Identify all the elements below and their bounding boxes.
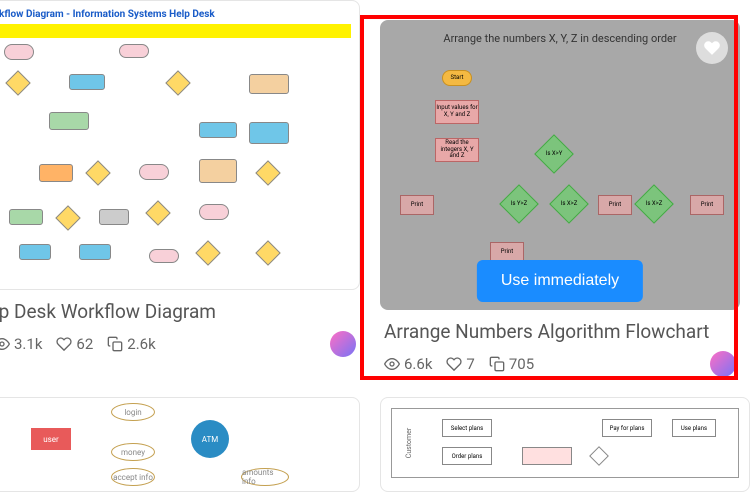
fc-start: Start — [442, 70, 472, 86]
likes-stat: 62 — [56, 335, 93, 353]
template-card[interactable]: kflow Diagram - Information Systems Help… — [0, 0, 360, 387]
fc-print: Print — [400, 195, 434, 215]
card-stats: 3.1k 62 2.6k — [0, 331, 356, 357]
copies-stat: 2.6k — [107, 335, 155, 353]
author-avatar[interactable] — [330, 331, 356, 357]
heart-icon — [56, 336, 72, 352]
fc-decision: Is X>Z — [549, 184, 589, 224]
erd-relation: login — [111, 403, 155, 421]
flowchart-title: Arrange the numbers X, Y, Z in descendin… — [392, 32, 728, 45]
swim-step — [522, 447, 572, 465]
thumb-banner — [0, 24, 351, 38]
swim-step: Pay for plans — [602, 419, 652, 437]
favorite-button[interactable] — [696, 32, 728, 64]
heart-icon — [446, 356, 462, 372]
copy-icon — [107, 336, 123, 352]
erd-entity: ATM — [191, 420, 229, 458]
card-title: Arrange Numbers Algorithm Flowchart — [384, 320, 736, 343]
eye-icon — [0, 336, 10, 352]
fc-read: Read the integers X, Y and Z — [435, 138, 479, 162]
card-title: lp Desk Workflow Diagram — [0, 300, 356, 323]
fc-print: Print — [690, 195, 724, 215]
thumb-title: kflow Diagram - Information Systems Help… — [0, 9, 351, 20]
card-stats: 6.6k 7 705 — [384, 351, 736, 377]
erd-relation: amounts info — [241, 468, 289, 486]
thumbnail-arrange[interactable]: Arrange the numbers X, Y, Z in descendin… — [380, 20, 740, 310]
views-stat: 3.1k — [0, 335, 42, 353]
thumbnail-helpdesk[interactable]: kflow Diagram - Information Systems Help… — [0, 0, 360, 290]
copies-stat: 705 — [489, 355, 534, 373]
views-stat: 6.6k — [384, 355, 432, 373]
likes-stat: 7 — [446, 355, 474, 373]
heart-icon — [703, 39, 721, 57]
fc-input: Input values for X, Y and Z — [435, 100, 479, 124]
swim-step: Select plans — [442, 419, 492, 437]
lane-label: Customer — [405, 428, 413, 458]
fc-print: Print — [490, 242, 524, 262]
template-card-highlighted[interactable]: Arrange the numbers X, Y, Z in descendin… — [380, 20, 740, 387]
use-immediately-button[interactable]: Use immediately — [477, 260, 643, 302]
fc-decision: Is Y>Z — [499, 184, 539, 224]
erd-entity: user — [31, 428, 71, 450]
fc-decision: Is X>Z — [634, 184, 674, 224]
erd-relation: money — [111, 443, 155, 461]
thumbnail-erd[interactable]: user ATM login money accept info amounts… — [0, 397, 360, 492]
flowchart-preview — [0, 44, 351, 284]
copy-icon — [489, 356, 505, 372]
eye-icon — [384, 356, 400, 372]
erd-relation: accept info — [111, 468, 155, 486]
swim-step: Order plans — [442, 447, 492, 465]
swim-decision — [589, 446, 609, 466]
swimlane: Customer Select plans Order plans Pay fo… — [391, 408, 739, 478]
fc-decision: Is X>Y — [534, 134, 574, 174]
thumbnail-swimlane[interactable]: Customer Select plans Order plans Pay fo… — [380, 397, 750, 492]
swim-step: Use plans — [672, 419, 716, 437]
author-avatar[interactable] — [710, 351, 736, 377]
fc-print: Print — [598, 195, 632, 215]
